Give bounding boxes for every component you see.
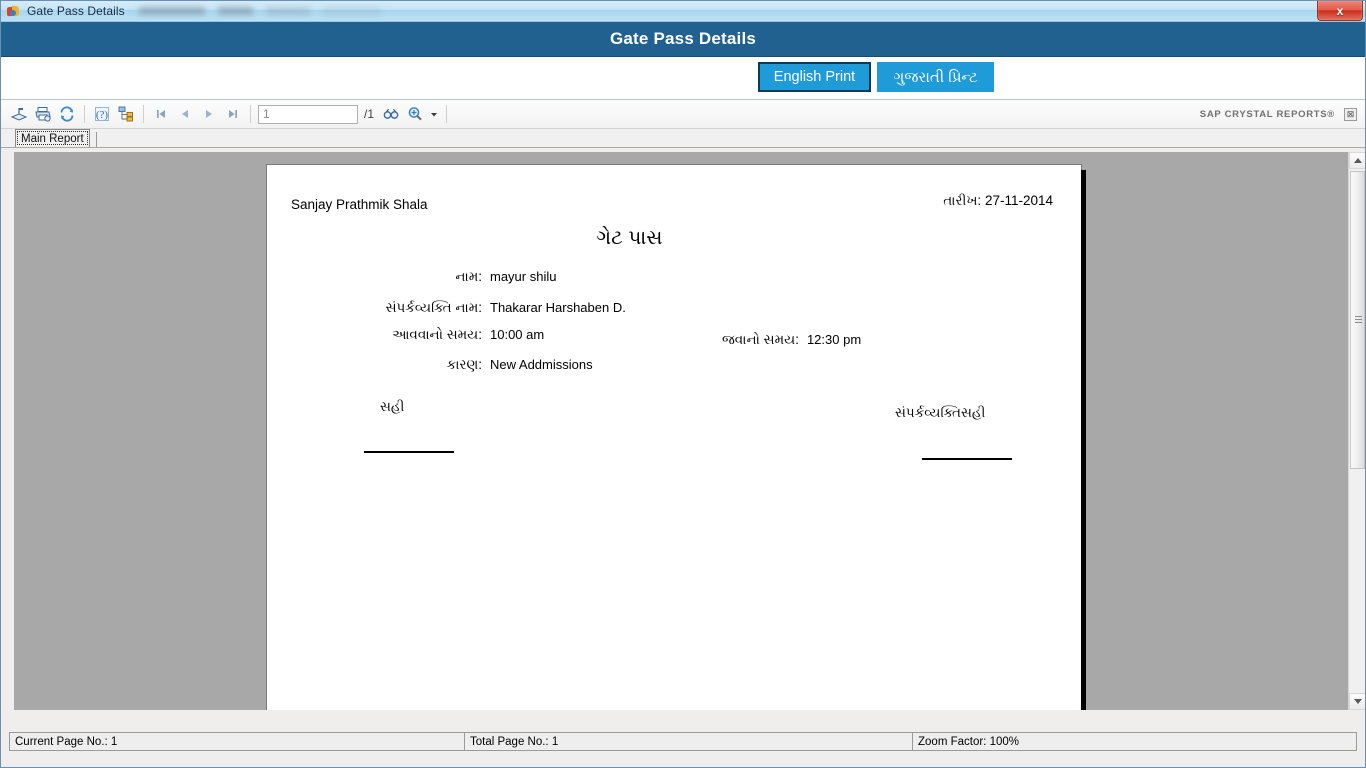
tab-separator <box>95 132 97 147</box>
field-arrival-time-label: આવવાનો સમય: <box>392 327 482 342</box>
report-date-value: 27-11-2014 <box>984 193 1053 208</box>
zoom-dropdown-arrow-icon[interactable] <box>427 103 441 125</box>
field-reason-label: કારણ: <box>446 357 482 372</box>
export-report-icon[interactable] <box>7 103 31 125</box>
print-actions-bar: English Print ગુજરાતી પ્રિન્ટ <box>1 57 1365 100</box>
report-viewer: Sanjay Prathmik Shala તારીખ: 27-11-2014 … <box>1 148 1365 710</box>
go-to-first-page-icon[interactable] <box>149 103 173 125</box>
refresh-icon[interactable] <box>55 103 79 125</box>
signature-line-right <box>922 458 1012 460</box>
toolbar-separator <box>143 105 144 123</box>
signature-label-left: સહી <box>380 399 405 414</box>
scrollbar-grip-icon <box>1355 316 1362 324</box>
go-to-previous-page-icon[interactable] <box>173 103 197 125</box>
app-logo-icon <box>6 4 21 19</box>
report-page: Sanjay Prathmik Shala તારીખ: 27-11-2014 … <box>266 164 1086 710</box>
field-departure-time-label: જવાનો સમય: <box>722 332 799 347</box>
field-name-value: mayur shilu <box>490 269 557 284</box>
status-bar: Current Page No.: 1 Total Page No.: 1 Zo… <box>9 732 1357 751</box>
field-reason: કારણ: New Addmissions <box>322 357 593 373</box>
signature-label-right: સંપર્કવ્યક્તિસહી <box>895 405 986 420</box>
report-title: ગેટ પાસ <box>596 227 663 249</box>
field-contact-person-label: સંપર્કવ્યક્તિ નામ: <box>385 300 482 315</box>
field-arrival-time-value: 10:00 am <box>490 327 545 342</box>
tab-main-report[interactable]: Main Report <box>15 129 90 147</box>
page-total-label: /1 <box>364 107 375 121</box>
toolbar-separator <box>250 105 251 123</box>
field-arrival-time: આવવાનો સમય: 10:00 am <box>322 327 544 343</box>
go-to-last-page-icon[interactable] <box>221 103 245 125</box>
status-zoom-factor: Zoom Factor: 100% <box>918 735 1019 748</box>
school-name: Sanjay Prathmik Shala <box>291 197 428 212</box>
close-viewer-icon[interactable]: ⊠ <box>1344 107 1357 121</box>
english-print-button[interactable]: English Print <box>758 62 871 92</box>
field-name-label: નામ: <box>455 269 482 284</box>
status-total-page: Total Page No.: 1 <box>465 733 913 750</box>
zoom-icon[interactable] <box>403 103 427 125</box>
toolbar-separator <box>446 105 448 123</box>
svg-text:(?): (?) <box>96 109 109 121</box>
scroll-up-arrow-icon[interactable] <box>1349 152 1365 169</box>
window-bottom-filler <box>1 753 1365 767</box>
report-tab-strip: Main Report <box>1 129 1365 148</box>
help-icon[interactable]: (?) <box>90 103 114 125</box>
window-close-button[interactable]: x <box>1317 1 1363 21</box>
find-text-icon[interactable] <box>379 103 403 125</box>
viewer-vertical-scrollbar[interactable] <box>1348 152 1365 710</box>
application-window: Gate Pass Details x Gate Pass Details En… <box>0 0 1366 768</box>
report-content: Sanjay Prathmik Shala તારીખ: 27-11-2014 … <box>267 165 1081 710</box>
title-bar: Gate Pass Details x <box>1 1 1365 22</box>
print-report-icon[interactable] <box>31 103 55 125</box>
page-number-input[interactable] <box>258 104 358 124</box>
toolbar-separator <box>84 105 85 123</box>
page-title: Gate Pass Details <box>609 29 757 48</box>
go-to-next-page-icon[interactable] <box>197 103 221 125</box>
scroll-down-arrow-icon[interactable] <box>1349 693 1365 710</box>
field-name: નામ: mayur shilu <box>322 269 556 285</box>
signature-line-left <box>364 451 454 453</box>
field-departure-time-value: 12:30 pm <box>806 332 862 347</box>
field-contact-person-value: Thakarar Harshaben D. <box>490 300 626 315</box>
status-current-page: Current Page No.: 1 <box>10 733 465 750</box>
field-departure-time: જવાનો સમય: 12:30 pm <box>722 332 861 348</box>
window-title: Gate Pass Details <box>27 4 125 18</box>
page-header-banner: Gate Pass Details <box>1 22 1365 57</box>
gujarati-print-button[interactable]: ગુજરાતી પ્રિન્ટ <box>877 62 994 92</box>
crystal-reports-toolbar: (?) 1 /1 SAP CRYSTAL REPORTS® ⊠ <box>1 100 1365 129</box>
field-reason-value: New Addmissions <box>490 357 593 372</box>
report-date-label: તારીખ: <box>943 193 982 208</box>
report-date: તારીખ: 27-11-2014 <box>943 193 1053 209</box>
field-contact-person: સંપર્કવ્યક્તિ નામ: Thakarar Harshaben D. <box>322 300 626 316</box>
crystal-reports-brand-label: SAP CRYSTAL REPORTS® <box>1199 108 1335 120</box>
scrollbar-thumb[interactable] <box>1350 171 1365 469</box>
group-tree-icon[interactable] <box>114 103 138 125</box>
obscured-title-text <box>138 7 381 15</box>
